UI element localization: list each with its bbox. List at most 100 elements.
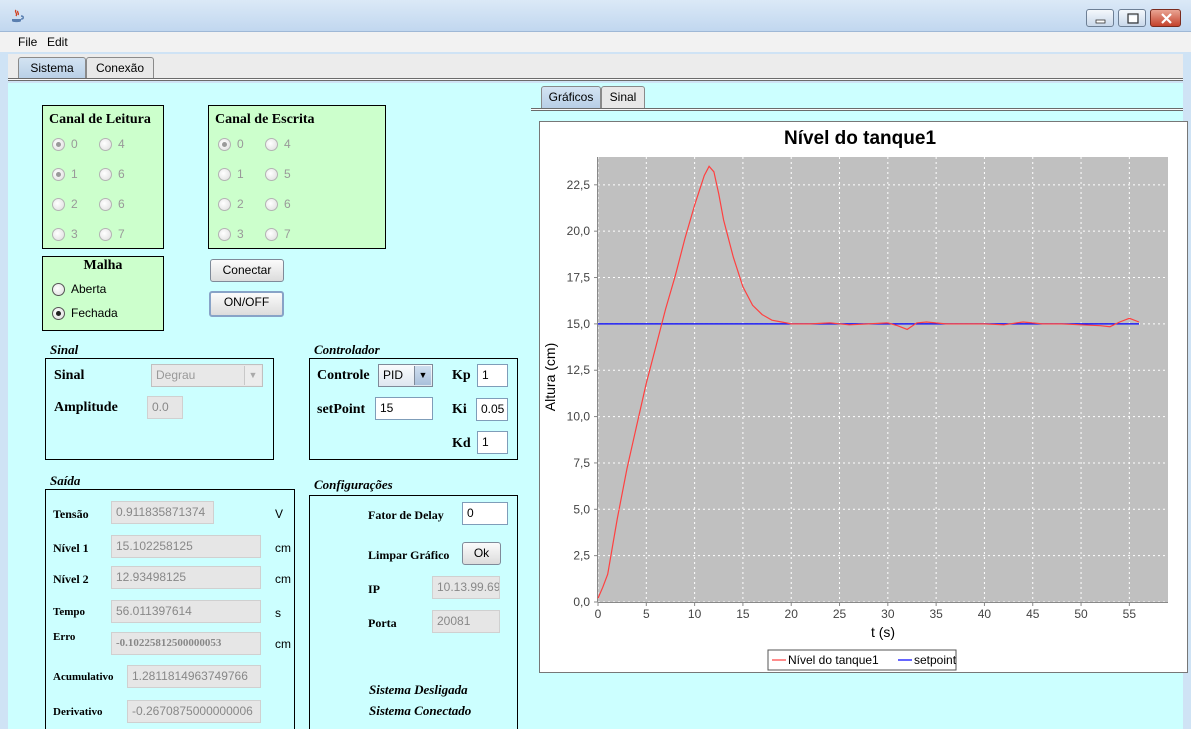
acumulativo-label: Acumulativo bbox=[53, 671, 114, 683]
escrita-radio-3[interactable] bbox=[218, 228, 231, 241]
leitura-label-7: 7 bbox=[118, 227, 125, 241]
x-tick-label: 30 bbox=[881, 607, 895, 621]
leitura-label-2: 2 bbox=[71, 197, 78, 211]
status-conectado: Sistema Conectado bbox=[369, 703, 472, 718]
legend-label: setpoint bbox=[914, 653, 957, 667]
close-icon bbox=[1161, 13, 1172, 24]
limpar-ok-button[interactable]: Ok bbox=[462, 542, 501, 565]
erro-field[interactable]: -0.10225812500000053 bbox=[111, 632, 261, 655]
leitura-radio-6a[interactable] bbox=[99, 168, 112, 181]
amplitude-field[interactable]: 0.0 bbox=[147, 396, 183, 419]
kp-field[interactable]: 1 bbox=[477, 364, 508, 387]
escrita-radio-6[interactable] bbox=[265, 198, 278, 211]
menu-edit[interactable]: Edit bbox=[47, 35, 68, 49]
escrita-label-6: 6 bbox=[284, 197, 291, 211]
minimize-button[interactable] bbox=[1086, 9, 1114, 27]
chart-legend: Nível do tanque1 setpoint bbox=[767, 649, 957, 671]
chart-tab-divider bbox=[531, 108, 1183, 111]
x-tick-label: 35 bbox=[929, 607, 943, 621]
chart-panel: Nível do tanque1 0 5 10 15 20 25 30 35 40 45 50 55 0… bbox=[539, 121, 1188, 673]
erro-label: Erro bbox=[53, 631, 76, 643]
configuracoes-panel: Fator de Delay 0 Limpar Gráfico Ok IP 10… bbox=[309, 495, 518, 729]
leitura-radio-1[interactable] bbox=[52, 168, 65, 181]
escrita-radio-2[interactable] bbox=[218, 198, 231, 211]
controlador-panel: Controle PID ▼ Kp 1 setPoint 15 Ki 0.05 … bbox=[309, 358, 518, 460]
escrita-radio-5[interactable] bbox=[265, 168, 278, 181]
main-tab-strip: Sistema Conexão bbox=[8, 54, 1183, 81]
kd-label: Kd bbox=[452, 436, 471, 451]
x-tick-label: 0 bbox=[595, 607, 602, 621]
canal-escrita-title: Canal de Escrita bbox=[215, 112, 315, 127]
sinal-label: Sinal bbox=[54, 368, 85, 383]
leitura-radio-7[interactable] bbox=[99, 228, 112, 241]
x-tick-label: 15 bbox=[736, 607, 750, 621]
onoff-button[interactable]: ON/OFF bbox=[209, 291, 284, 317]
java-app-icon bbox=[12, 9, 24, 23]
escrita-radio-0[interactable] bbox=[218, 138, 231, 151]
escrita-label-1: 1 bbox=[237, 167, 244, 181]
malha-radio-fechada[interactable] bbox=[52, 307, 65, 320]
kd-field[interactable]: 1 bbox=[477, 431, 508, 454]
leitura-radio-3[interactable] bbox=[52, 228, 65, 241]
tensao-unit: V bbox=[275, 507, 284, 521]
leitura-radio-4[interactable] bbox=[99, 138, 112, 151]
delay-label: Fator de Delay bbox=[368, 508, 444, 522]
tab-conexao[interactable]: Conexão bbox=[86, 57, 154, 79]
x-tick-label: 5 bbox=[643, 607, 650, 621]
nivel1-label: Nível 1 bbox=[53, 541, 89, 555]
nivel1-field[interactable]: 15.102258125 bbox=[111, 535, 261, 558]
limpar-label: Limpar Gráfico bbox=[368, 548, 450, 562]
menu-file[interactable]: File bbox=[18, 35, 37, 49]
x-tick-label: 25 bbox=[833, 607, 847, 621]
tempo-unit: s bbox=[275, 606, 281, 620]
leitura-radio-6b[interactable] bbox=[99, 198, 112, 211]
main-tab-divider bbox=[8, 78, 1183, 81]
close-button[interactable] bbox=[1150, 9, 1181, 27]
nivel2-field[interactable]: 12.93498125 bbox=[111, 566, 261, 589]
y-tick-label: 2,5 bbox=[573, 549, 590, 563]
escrita-radio-1[interactable] bbox=[218, 168, 231, 181]
restore-button[interactable] bbox=[1118, 9, 1146, 27]
tab-graficos[interactable]: Gráficos bbox=[541, 86, 601, 108]
derivativo-label: Derivativo bbox=[53, 706, 103, 718]
ip-field[interactable]: 10.13.99.69 bbox=[432, 576, 500, 599]
leitura-radio-2[interactable] bbox=[52, 198, 65, 211]
sinal-combo[interactable]: Degrau ▼ bbox=[151, 364, 263, 387]
acumulativo-field[interactable]: 1.2811814963749766 bbox=[127, 665, 261, 688]
escrita-label-2: 2 bbox=[237, 197, 244, 211]
leitura-radio-0[interactable] bbox=[52, 138, 65, 151]
derivativo-field[interactable]: -0.2670875000000006 bbox=[127, 700, 261, 723]
escrita-label-7: 7 bbox=[284, 227, 291, 241]
escrita-radio-4[interactable] bbox=[265, 138, 278, 151]
controle-combo[interactable]: PID ▼ bbox=[378, 364, 433, 387]
ip-label: IP bbox=[368, 582, 380, 596]
tab-sinal[interactable]: Sinal bbox=[601, 86, 645, 108]
leitura-label-6a: 6 bbox=[118, 167, 125, 181]
tempo-field[interactable]: 56.011397614 bbox=[111, 600, 261, 623]
escrita-radio-7[interactable] bbox=[265, 228, 278, 241]
tab-sistema[interactable]: Sistema bbox=[18, 57, 86, 79]
malha-radio-aberta[interactable] bbox=[52, 283, 65, 296]
sinal-panel: Sinal Degrau ▼ Amplitude 0.0 bbox=[45, 358, 274, 460]
setpoint-label: setPoint bbox=[317, 402, 366, 417]
malha-group: Malha Aberta Fechada bbox=[42, 256, 164, 331]
controlador-section-title: Controlador bbox=[314, 342, 380, 357]
chevron-down-icon: ▼ bbox=[414, 366, 431, 385]
x-tick-label: 10 bbox=[688, 607, 702, 621]
setpoint-field[interactable]: 15 bbox=[375, 397, 433, 420]
saida-panel: Tensão 0.911835871374 V Nível 1 15.10225… bbox=[45, 489, 295, 729]
delay-field[interactable]: 0 bbox=[462, 502, 508, 525]
window-titlebar bbox=[0, 0, 1191, 32]
restore-icon bbox=[1127, 13, 1139, 24]
conectar-button[interactable]: Conectar bbox=[210, 259, 284, 282]
amplitude-label: Amplitude bbox=[54, 400, 118, 415]
tensao-field[interactable]: 0.911835871374 bbox=[111, 501, 214, 524]
x-tick-label: 20 bbox=[785, 607, 799, 621]
escrita-label-4: 4 bbox=[284, 137, 291, 151]
porta-field[interactable]: 20081 bbox=[432, 610, 500, 633]
y-tick-label: 17,5 bbox=[567, 271, 591, 285]
configuracoes-section-title: Configurações bbox=[314, 477, 393, 492]
ki-field[interactable]: 0.05 bbox=[476, 398, 508, 421]
canal-leitura-group: Canal de Leitura 0 4 1 6 2 6 3 7 bbox=[42, 105, 164, 249]
y-tick-label: 20,0 bbox=[567, 224, 591, 238]
